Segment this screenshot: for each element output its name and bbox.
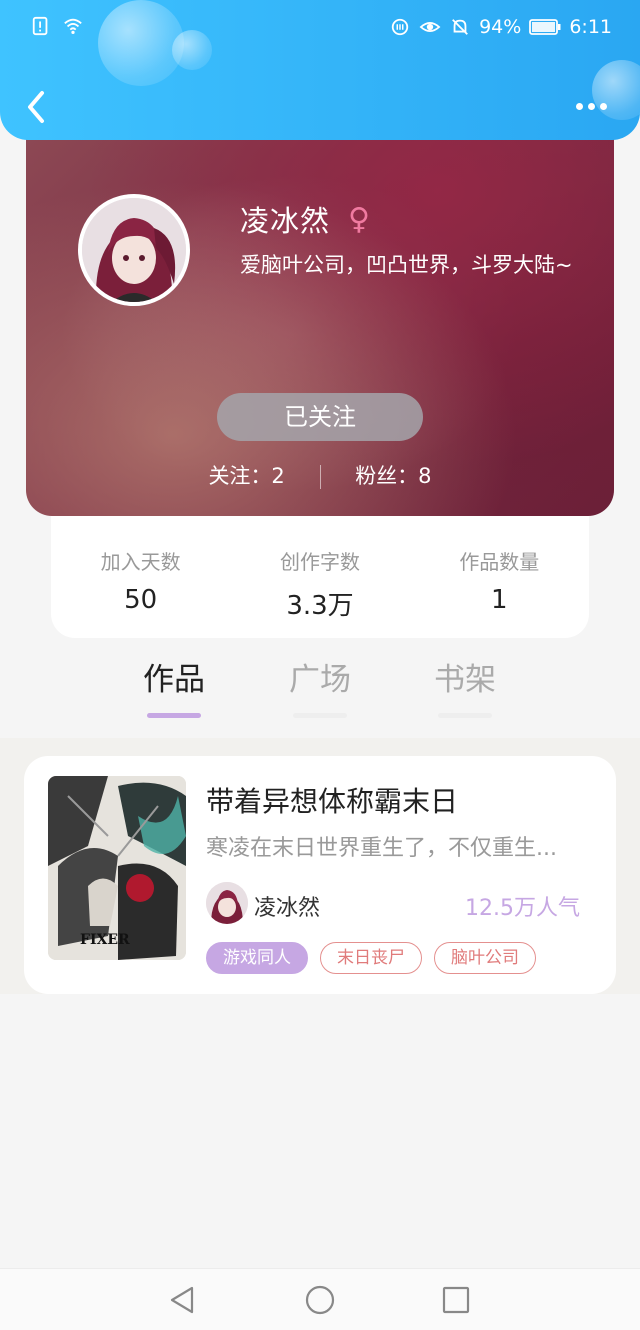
battery-icon (529, 19, 561, 35)
mute-bell-icon (452, 19, 469, 35)
book-title[interactable]: 带着异想体称霸末日 (206, 780, 458, 820)
status-bar: 94% 6:11 (0, 12, 640, 46)
popularity-count: 12.5万人气 (465, 896, 580, 921)
stat-works-count: 作品数量 1 (410, 516, 589, 638)
following-count[interactable]: 关注：2 (208, 464, 284, 488)
nav-back-icon[interactable] (166, 1283, 200, 1317)
nav-home-icon[interactable] (303, 1283, 337, 1317)
tag-chip[interactable]: 脑叶公司 (434, 942, 536, 974)
tag-list: 游戏同人 末日丧尸 脑叶公司 (206, 942, 536, 974)
stat-label: 作品数量 (459, 550, 540, 574)
followers-count[interactable]: 粉丝：8 (355, 464, 431, 488)
system-nav-bar (0, 1268, 640, 1330)
profile-banner: 凌冰然 ♀ 爱脑叶公司，凹凸世界，斗罗大陆~ 已关注 关注：2 粉丝：8 (26, 110, 614, 516)
stats-card: 加入天数 50 创作字数 3.3万 作品数量 1 (51, 516, 589, 638)
username: 凌冰然 (240, 204, 331, 238)
stat-word-count: 创作字数 3.3万 (230, 516, 409, 638)
top-header: 94% 6:11 (0, 0, 640, 140)
tag-chip[interactable]: 游戏同人 (206, 942, 308, 974)
tag-chip[interactable]: 末日丧尸 (320, 942, 422, 974)
book-card[interactable]: FIXER 带着异想体称霸末日 寒凌在末日世界重生了，不仅重生... 凌冰然 1… (24, 756, 616, 994)
tab-plaza[interactable]: 广场 (265, 654, 375, 718)
book-description: 寒凌在末日世界重生了，不仅重生... (206, 836, 557, 861)
author-avatar (206, 882, 248, 924)
tab-indicator (293, 713, 347, 718)
stat-value: 1 (491, 585, 508, 615)
tab-indicator (147, 713, 201, 718)
profile-bio: 爱脑叶公司，凹凸世界，斗罗大陆~ (240, 253, 573, 277)
cover-title: FIXER (80, 932, 130, 948)
stat-label: 创作字数 (279, 550, 360, 574)
data-saver-icon (391, 18, 409, 36)
back-icon[interactable] (22, 88, 52, 126)
follow-counts: 关注：2 粉丝：8 (26, 460, 614, 490)
book-cover[interactable]: FIXER (48, 776, 186, 960)
author-name: 凌冰然 (254, 896, 321, 921)
nav-recents-icon[interactable] (439, 1283, 473, 1317)
tab-label: 广场 (289, 662, 351, 698)
tab-bookshelf[interactable]: 书架 (410, 654, 520, 718)
divider (319, 465, 321, 489)
eye-comfort-icon (419, 22, 441, 32)
wifi-icon (64, 18, 82, 34)
tab-bar: 作品 广场 书架 (0, 650, 640, 740)
follow-button[interactable]: 已关注 (217, 393, 423, 441)
tab-indicator (438, 713, 492, 718)
battery-percent: 94% (479, 16, 522, 38)
more-icon[interactable] (576, 94, 612, 118)
stat-value: 3.3万 (286, 591, 354, 621)
tab-label: 书架 (434, 662, 496, 698)
stat-label: 加入天数 (100, 550, 181, 574)
avatar[interactable] (78, 194, 190, 306)
sim-alert-icon (32, 16, 48, 36)
stat-join-days: 加入天数 50 (51, 516, 230, 638)
female-icon: ♀ (348, 201, 371, 237)
tab-label: 作品 (143, 662, 205, 698)
clock-time: 6:11 (569, 16, 612, 38)
stat-value: 50 (124, 585, 158, 615)
profile-name-row: 凌冰然 ♀ (240, 198, 371, 240)
tab-works[interactable]: 作品 (119, 654, 229, 718)
